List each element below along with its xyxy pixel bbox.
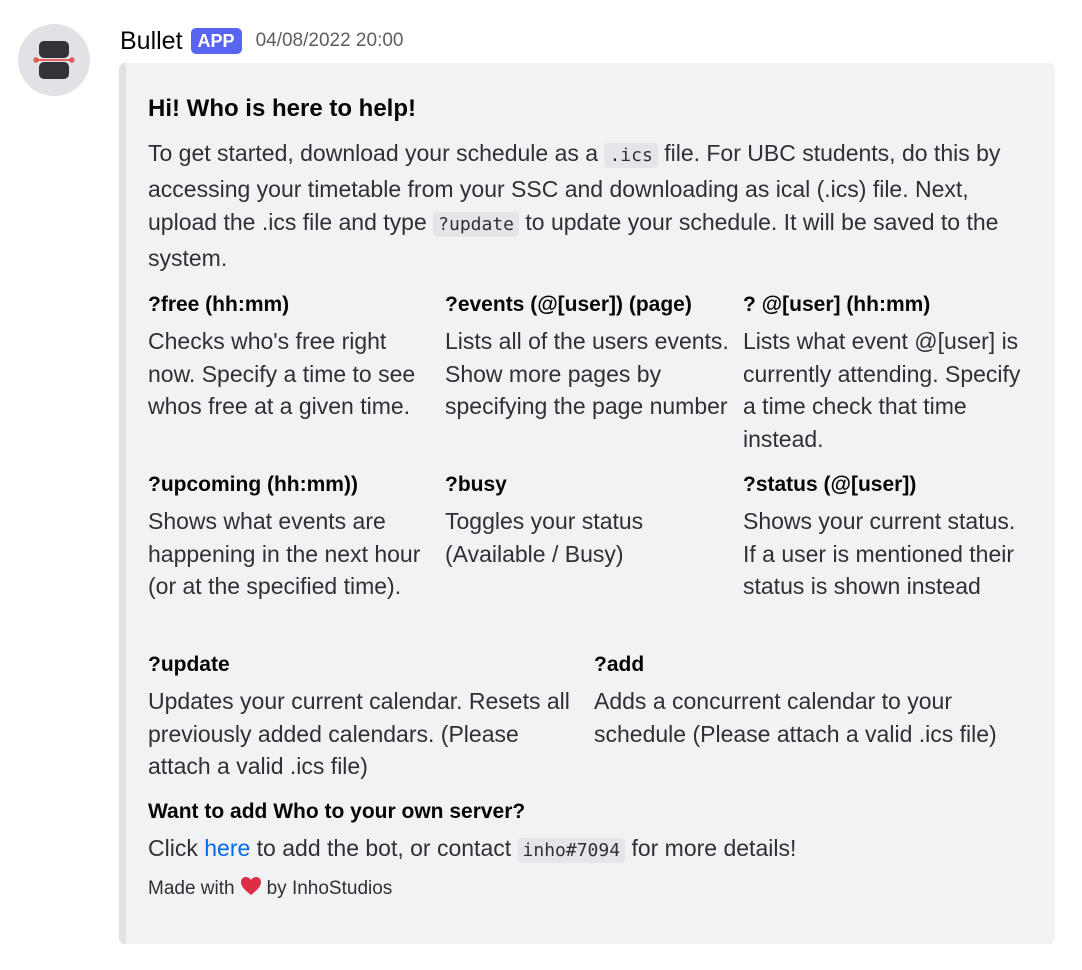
inline-code-contact: inho#7094 — [517, 838, 626, 863]
heart-icon — [240, 876, 262, 902]
inline-code-ics: .ics — [604, 143, 658, 168]
invite-text: Click — [148, 835, 205, 861]
inline-code-update: ?update — [433, 212, 519, 237]
embed-accent-bar — [119, 63, 126, 944]
app-badge: APP — [190, 28, 242, 54]
field-name: ?busy — [445, 473, 507, 496]
field-value: Shows what events are happening in the n… — [148, 508, 421, 599]
field-name: ? @[user] (hh:mm) — [743, 293, 931, 316]
invite-link[interactable]: here — [204, 835, 250, 861]
field-events: ?events (@[user]) (page) Lists all of th… — [445, 291, 730, 423]
message-timestamp: 04/08/2022 20:00 — [255, 30, 404, 51]
field-name: ?update — [148, 653, 230, 676]
field-busy: ?busy Toggles your status (Available / B… — [445, 471, 730, 570]
field-value: Lists all of the users events. Show more… — [445, 328, 729, 419]
field-name: ?status (@[user]) — [743, 473, 917, 496]
author-name[interactable]: Bullet — [120, 27, 183, 56]
embed-content: Hi! Who is here to help! To get started,… — [148, 91, 1038, 899]
field-add: ?add Adds a concurrent calendar to your … — [594, 651, 1034, 750]
field-value: Toggles your status (Available / Busy) — [445, 508, 644, 567]
discord-message: Bullet APP 04/08/2022 20:00 Hi! Who is h… — [0, 0, 1082, 970]
field-value: Lists what event @[user] is currently at… — [743, 328, 1021, 452]
field-status: ?status (@[user]) Shows your current sta… — [743, 471, 1033, 603]
help-embed: Hi! Who is here to help! To get started,… — [119, 63, 1055, 944]
field-value: Click here to add the bot, or contact in… — [148, 832, 1038, 868]
field-invite: Want to add Who to your own server? Clic… — [148, 798, 1038, 868]
field-value: Checks who's free right now. Specify a t… — [148, 328, 416, 419]
invite-text: to add the bot, or contact — [250, 835, 518, 861]
footer-text: by InhoStudios — [266, 878, 393, 899]
field-value: Adds a concurrent calendar to your sched… — [594, 688, 997, 747]
field-name: ?free (hh:mm) — [148, 293, 290, 316]
field-value: Updates your current calendar. Resets al… — [148, 688, 570, 779]
embed-title: Hi! Who is here to help! — [148, 95, 416, 122]
field-free: ?free (hh:mm) Checks who's free right no… — [148, 291, 433, 423]
field-update: ?update Updates your current calendar. R… — [148, 651, 578, 783]
invite-text: for more details! — [625, 835, 797, 861]
embed-footer: Made with by InhoStudios — [148, 876, 392, 902]
field-name: ?events (@[user]) (page) — [445, 293, 692, 316]
description-text: To get started, download your schedule a… — [148, 140, 605, 166]
bullet-avatar-icon — [33, 41, 75, 79]
footer-text: Made with — [148, 878, 235, 899]
message-header: Bullet APP 04/08/2022 20:00 — [120, 24, 403, 58]
field-name: ?add — [594, 653, 645, 676]
embed-description: To get started, download your schedule a… — [148, 137, 1038, 275]
field-name: Want to add Who to your own server? — [148, 800, 526, 823]
field-name: ?upcoming (hh:mm)) — [148, 473, 358, 496]
field-upcoming: ?upcoming (hh:mm)) Shows what events are… — [148, 471, 433, 603]
field-value: Shows your current status. If a user is … — [743, 508, 1016, 599]
field-user-event: ? @[user] (hh:mm) Lists what event @[use… — [743, 291, 1033, 455]
bot-avatar[interactable] — [18, 24, 90, 96]
